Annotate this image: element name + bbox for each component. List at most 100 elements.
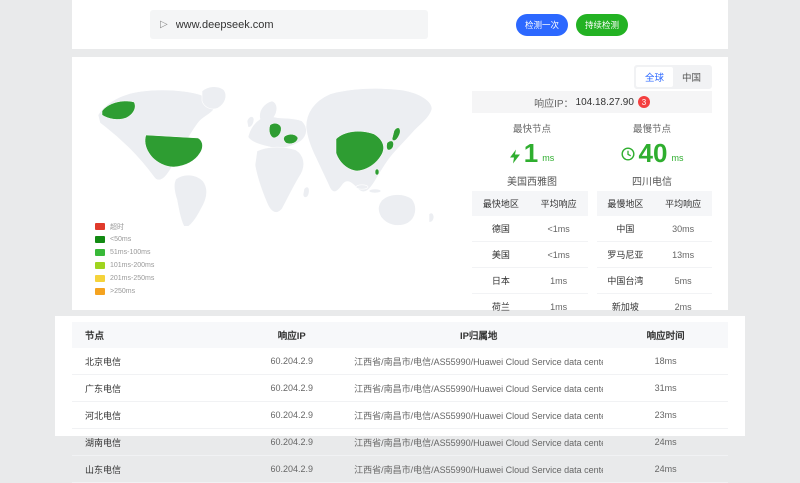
legend-label: 101ms-200ms xyxy=(110,262,154,269)
legend-color-chip xyxy=(95,236,105,243)
map-region-africa xyxy=(255,147,304,212)
slowest-regions-table: 最慢地区 平均响应 中国30ms 罗马尼亚13ms 中国台湾5ms 新加坡2ms xyxy=(597,191,713,320)
table-row: 中国30ms xyxy=(597,216,713,242)
ip-cell: 60.204.2.9 xyxy=(229,348,354,375)
time-cell: 24ms xyxy=(603,429,728,456)
ip-cell: 60.204.2.9 xyxy=(229,375,354,402)
region-cell: 罗马尼亚 xyxy=(597,242,655,268)
legend-label: 51ms-100ms xyxy=(110,249,150,256)
latency-cell: 30ms xyxy=(654,216,712,242)
map-region-indonesia xyxy=(369,189,381,193)
fastest-node-value: 1 xyxy=(524,142,538,164)
legend-color-chip xyxy=(95,249,105,256)
stats-panel: 全球 中国 响应IP： 104.18.27.90 3 最快节点 1 ms 美国西… xyxy=(472,57,712,310)
response-ip-label: 响应IP： xyxy=(534,95,573,110)
time-cell: 23ms xyxy=(603,402,728,429)
ip-cell: 60.204.2.9 xyxy=(229,429,354,456)
region-cell: 德国 xyxy=(472,216,530,242)
latency-cell: <1ms xyxy=(530,216,588,242)
latency-cell: 13ms xyxy=(654,242,712,268)
legend-label: 201ms-250ms xyxy=(110,275,154,282)
column-header-ip-location: IP归属地 xyxy=(354,322,603,348)
latency-cell: <1ms xyxy=(530,242,588,268)
legend-item: 201ms-250ms xyxy=(95,272,154,285)
column-header-response-ip: 响应IP xyxy=(229,322,354,348)
time-cell: 24ms xyxy=(603,456,728,483)
region-cell: 中国 xyxy=(597,216,655,242)
region-cell: 中国台湾 xyxy=(597,268,655,294)
column-header-node: 节点 xyxy=(72,322,229,348)
slowest-node-unit: ms xyxy=(671,153,683,164)
table-row: 中国台湾5ms xyxy=(597,268,713,294)
tab-china[interactable]: 中国 xyxy=(673,67,710,87)
ip-cell: 60.204.2.9 xyxy=(229,402,354,429)
legend-item: <50ms xyxy=(95,233,154,246)
table-row: 德国<1ms xyxy=(472,216,588,242)
map-region-greenland xyxy=(202,87,226,109)
time-cell: 31ms xyxy=(603,375,728,402)
table-row: 湖南电信 60.204.2.9 江西省/南昌市/电信/AS55990/Huawe… xyxy=(72,429,728,456)
node-cell: 北京电信 xyxy=(72,348,229,375)
time-cell: 18ms xyxy=(603,348,728,375)
map-region-indonesia xyxy=(356,185,368,189)
tab-global[interactable]: 全球 xyxy=(636,67,673,87)
legend-item: 51ms-100ms xyxy=(95,246,154,259)
continuous-check-button[interactable]: 持续检测 xyxy=(576,14,628,36)
response-ip-bar: 响应IP： 104.18.27.90 3 xyxy=(472,91,712,113)
map-region-south-america xyxy=(174,175,206,226)
column-header: 平均响应 xyxy=(530,191,588,216)
node-detail-table: 节点 响应IP IP归属地 响应时间 北京电信 60.204.2.9 江西省/南… xyxy=(72,322,728,483)
map-region-madagascar xyxy=(303,187,309,198)
column-header: 最慢地区 xyxy=(597,191,655,216)
legend-label: >250ms xyxy=(110,288,135,295)
table-row: 河北电信 60.204.2.9 江西省/南昌市/电信/AS55990/Huawe… xyxy=(72,402,728,429)
slowest-node-name: 四川电信 xyxy=(592,173,712,188)
legend-item: >250ms xyxy=(95,285,154,298)
region-tables: 最快地区 平均响应 德国<1ms 美国<1ms 日本1ms 荷兰1ms 最慢地区… xyxy=(472,191,712,320)
legend-color-chip xyxy=(95,223,105,230)
play-icon: ▷ xyxy=(160,20,168,30)
location-cell: 江西省/南昌市/电信/AS55990/Huawei Cloud Service … xyxy=(354,375,603,402)
table-row: 美国<1ms xyxy=(472,242,588,268)
location-cell: 江西省/南昌市/电信/AS55990/Huawei Cloud Service … xyxy=(354,456,603,483)
fastest-regions-table: 最快地区 平均响应 德国<1ms 美国<1ms 日本1ms 荷兰1ms xyxy=(472,191,588,320)
node-summary: 最快节点 1 ms 美国西雅图 最慢节点 40 ms 四川电信 xyxy=(472,121,712,188)
response-ip-value: 104.18.27.90 xyxy=(576,97,634,108)
table-row: 北京电信 60.204.2.9 江西省/南昌市/电信/AS55990/Huawe… xyxy=(72,348,728,375)
node-cell: 广东电信 xyxy=(72,375,229,402)
slowest-node-title: 最慢节点 xyxy=(592,121,712,135)
result-panel: 超时 <50ms 51ms-100ms 101ms-200ms 201ms-25… xyxy=(72,57,728,310)
ip-cell: 60.204.2.9 xyxy=(229,456,354,483)
fastest-node-title: 最快节点 xyxy=(472,121,592,135)
world-map xyxy=(82,81,462,226)
slowest-node-box: 最慢节点 40 ms 四川电信 xyxy=(592,121,712,188)
legend-color-chip xyxy=(95,288,105,295)
top-toolbar: ▷ 检测一次 持续检测 xyxy=(72,0,728,49)
clock-icon xyxy=(621,147,635,161)
legend-item: 101ms-200ms xyxy=(95,259,154,272)
node-detail-table-card: 节点 响应IP IP归属地 响应时间 北京电信 60.204.2.9 江西省/南… xyxy=(55,316,745,436)
table-row: 广东电信 60.204.2.9 江西省/南昌市/电信/AS55990/Huawe… xyxy=(72,375,728,402)
region-cell: 美国 xyxy=(472,242,530,268)
url-search-box[interactable]: ▷ xyxy=(150,10,428,39)
legend-item: 超时 xyxy=(95,220,154,233)
map-country-taiwan[interactable] xyxy=(375,169,379,175)
lightning-icon xyxy=(510,149,520,164)
location-cell: 江西省/南昌市/电信/AS55990/Huawei Cloud Service … xyxy=(354,402,603,429)
node-cell: 山东电信 xyxy=(72,456,229,483)
table-row: 山东电信 60.204.2.9 江西省/南昌市/电信/AS55990/Huawe… xyxy=(72,456,728,483)
legend-label: 超时 xyxy=(110,222,124,232)
location-cell: 江西省/南昌市/电信/AS55990/Huawei Cloud Service … xyxy=(354,429,603,456)
node-cell: 湖南电信 xyxy=(72,429,229,456)
map-region-australia xyxy=(378,195,415,226)
node-cell: 河北电信 xyxy=(72,402,229,429)
location-cell: 江西省/南昌市/电信/AS55990/Huawei Cloud Service … xyxy=(354,348,603,375)
latency-cell: 1ms xyxy=(530,268,588,294)
fastest-node-box: 最快节点 1 ms 美国西雅图 xyxy=(472,121,592,188)
check-once-button[interactable]: 检测一次 xyxy=(516,14,568,36)
legend-color-chip xyxy=(95,275,105,282)
ip-count-badge[interactable]: 3 xyxy=(638,96,650,108)
map-legend: 超时 <50ms 51ms-100ms 101ms-200ms 201ms-25… xyxy=(95,220,154,298)
url-input[interactable] xyxy=(176,19,418,31)
column-header: 平均响应 xyxy=(654,191,712,216)
